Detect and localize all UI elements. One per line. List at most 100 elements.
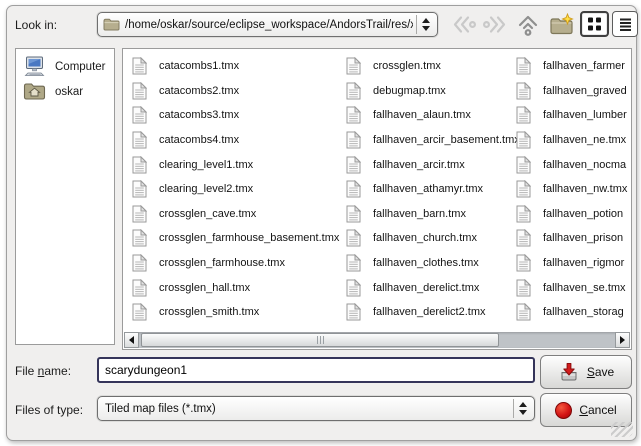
save-button[interactable]: Save <box>540 355 632 389</box>
file-item[interactable]: catacombs1.tmx <box>132 54 339 79</box>
forward-button[interactable] <box>481 11 509 38</box>
file-name: fallhaven_ne.tmx <box>543 134 626 146</box>
file-item[interactable]: fallhaven_graved <box>516 79 627 104</box>
file-item[interactable]: fallhaven_church.tmx <box>346 226 520 251</box>
file-name: crossglen_farmhouse_basement.tmx <box>159 232 339 244</box>
file-item[interactable]: crossglen_cave.tmx <box>132 202 339 227</box>
document-icon <box>132 205 147 223</box>
document-icon <box>346 156 361 174</box>
file-item[interactable]: crossglen_hall.tmx <box>132 275 339 300</box>
up-folder-icon <box>515 14 541 36</box>
document-icon <box>346 279 361 297</box>
file-type-dropdown[interactable]: Tiled map files (*.tmx) <box>97 396 535 421</box>
file-item[interactable]: clearing_level1.tmx <box>132 152 339 177</box>
file-name: catacombs4.tmx <box>159 134 239 146</box>
document-icon <box>132 303 147 321</box>
file-name: fallhaven_barn.tmx <box>373 208 466 220</box>
file-name: fallhaven_potion <box>543 208 623 220</box>
file-item[interactable]: fallhaven_derelict.tmx <box>346 275 520 300</box>
places-sidebar: Computer oskar <box>15 48 115 345</box>
file-item[interactable]: fallhaven_potion <box>516 202 627 227</box>
file-name: fallhaven_nocma <box>543 159 626 171</box>
back-button[interactable] <box>450 11 478 38</box>
file-item[interactable]: fallhaven_ne.tmx <box>516 128 627 153</box>
icons-view-toggle[interactable] <box>580 11 609 37</box>
list-view-toggle[interactable] <box>612 11 638 37</box>
file-name: crossglen_farmhouse.tmx <box>159 257 285 269</box>
file-item[interactable]: debugmap.tmx <box>346 79 520 104</box>
file-name: catacombs1.tmx <box>159 60 239 72</box>
file-list: catacombs1.tmx catacombs2.tmxcatacombs3.t… <box>122 48 632 350</box>
file-item[interactable]: fallhaven_lumber <box>516 103 627 128</box>
file-name: fallhaven_se.tmx <box>543 282 626 294</box>
file-item[interactable]: clearing_level2.tmx <box>132 177 339 202</box>
computer-icon <box>23 56 46 78</box>
file-name: fallhaven_derelict2.tmx <box>373 306 486 318</box>
file-item[interactable]: crossglen_farmhouse_basement.tmx <box>132 226 339 251</box>
file-name: fallhaven_prison <box>543 232 623 244</box>
document-icon <box>516 106 531 124</box>
document-icon <box>132 156 147 174</box>
document-icon <box>346 205 361 223</box>
file-item[interactable]: crossglen.tmx <box>346 54 520 79</box>
scroll-right-arrow[interactable] <box>615 332 630 348</box>
document-icon <box>516 156 531 174</box>
document-icon <box>346 131 361 149</box>
scrollbar-thumb[interactable] <box>141 333 499 347</box>
file-item[interactable]: fallhaven_prison <box>516 226 627 251</box>
document-icon <box>132 131 147 149</box>
file-item[interactable]: catacombs2.tmx <box>132 79 339 104</box>
file-save-dialog: Look in: /home/oskar/source/eclipse_work… <box>6 5 637 441</box>
sidebar-item-oskar[interactable]: oskar <box>16 79 114 104</box>
file-item[interactable]: fallhaven_derelict2.tmx <box>346 300 520 325</box>
icons-view-icon <box>585 15 604 33</box>
file-item[interactable]: catacombs3.tmx <box>132 103 339 128</box>
file-name-input[interactable] <box>97 357 535 383</box>
file-name: fallhaven_alaun.tmx <box>373 109 471 121</box>
file-name: fallhaven_graved <box>543 85 627 97</box>
combo-arrows-icon <box>513 399 532 418</box>
look-in-dropdown[interactable]: /home/oskar/source/eclipse_workspace/And… <box>97 12 438 37</box>
sidebar-item-label: oskar <box>55 86 83 98</box>
document-icon <box>346 180 361 198</box>
document-icon <box>132 279 147 297</box>
file-item[interactable]: fallhaven_nw.tmx <box>516 177 627 202</box>
dialog-resize-grip[interactable] <box>611 422 633 437</box>
document-icon <box>516 205 531 223</box>
file-name: clearing_level2.tmx <box>159 183 253 195</box>
file-item[interactable]: fallhaven_athamyr.tmx <box>346 177 520 202</box>
file-name: crossglen_smith.tmx <box>159 306 259 318</box>
new-folder-button[interactable] <box>547 11 577 38</box>
document-icon <box>132 229 147 247</box>
file-item[interactable]: fallhaven_arcir_basement.tmx <box>346 128 520 153</box>
file-item[interactable]: fallhaven_se.tmx <box>516 275 627 300</box>
file-item[interactable]: fallhaven_farmer <box>516 54 627 79</box>
file-item[interactable]: fallhaven_barn.tmx <box>346 202 520 227</box>
file-item[interactable]: crossglen_farmhouse.tmx <box>132 251 339 276</box>
file-name: debugmap.tmx <box>373 85 446 97</box>
file-item[interactable]: fallhaven_clothes.tmx <box>346 251 520 276</box>
file-item[interactable]: fallhaven_nocma <box>516 152 627 177</box>
document-icon <box>346 254 361 272</box>
path-text: /home/oskar/source/eclipse_workspace/And… <box>120 19 413 31</box>
file-item[interactable]: catacombs4.tmx <box>132 128 339 153</box>
file-name: fallhaven_lumber <box>543 109 627 121</box>
file-name: crossglen_cave.tmx <box>159 208 256 220</box>
file-name: fallhaven_derelict.tmx <box>373 282 479 294</box>
file-type-text: Tiled map files (*.tmx) <box>103 403 510 415</box>
file-item[interactable]: fallhaven_arcir.tmx <box>346 152 520 177</box>
document-icon <box>516 57 531 75</box>
file-item[interactable]: fallhaven_storag <box>516 300 627 325</box>
file-item[interactable]: fallhaven_rigmor <box>516 251 627 276</box>
scroll-left-arrow[interactable] <box>124 332 139 348</box>
document-icon <box>346 229 361 247</box>
horizontal-scrollbar[interactable] <box>124 332 630 348</box>
forward-icon <box>482 14 508 35</box>
file-item[interactable]: fallhaven_alaun.tmx <box>346 103 520 128</box>
document-icon <box>132 57 147 75</box>
file-item[interactable]: crossglen_smith.tmx <box>132 300 339 325</box>
save-label: Save <box>587 365 614 379</box>
sidebar-item-computer[interactable]: Computer <box>16 54 114 79</box>
document-icon <box>516 180 531 198</box>
up-folder-button[interactable] <box>513 11 543 38</box>
